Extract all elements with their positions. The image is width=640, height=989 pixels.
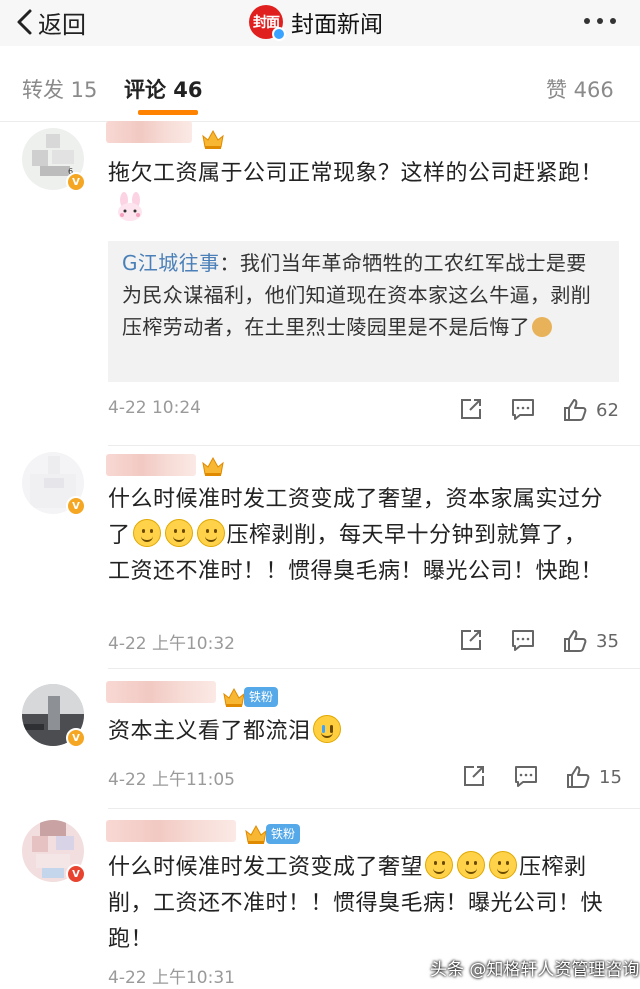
comment-text: 资本主义看了都流泪: [108, 714, 608, 750]
account-logo: 封面: [249, 5, 286, 41]
username-blurred[interactable]: [106, 820, 236, 842]
tab-likes[interactable]: 赞 466: [546, 74, 614, 104]
member-crown-icon: [245, 824, 267, 844]
smile-emoji-icon: [425, 851, 454, 879]
watermark: 头条 @知格轩人资管理咨询: [430, 960, 640, 980]
doge-emoji-icon: [532, 317, 552, 337]
like-count: 62: [596, 399, 619, 421]
thumbs-up-icon: [564, 399, 587, 421]
comment-time: 4-22 10:24: [108, 398, 201, 418]
like-button[interactable]: 62: [562, 396, 619, 424]
account-title: 封面新闻: [291, 12, 383, 38]
smile-emoji-icon: [489, 851, 518, 879]
verified-icon: [272, 27, 286, 41]
like-count: 35: [596, 630, 619, 652]
member-crown-icon: [202, 129, 224, 149]
comment-text: 什么时候准时发工资变成了奢望 压榨剥削，工资还不准时！！惯得臭毛病！曝光公司！快跑…: [108, 850, 608, 958]
account-header[interactable]: 封面 封面新闻: [249, 4, 383, 41]
comment-text: 什么时候准时发工资变成了奢望，资本家属实过分了 压榨剥削，每天早十分钟到就算了，工…: [108, 487, 604, 584]
tab-comments[interactable]: 评论 46: [124, 74, 203, 104]
fan-badge: 铁粉: [244, 687, 279, 707]
back-button[interactable]: 返回: [14, 4, 86, 40]
divider: [108, 808, 640, 809]
share-icon[interactable]: [461, 763, 487, 789]
member-crown-icon: [202, 456, 224, 476]
quoted-username[interactable]: G江城往事: [122, 251, 220, 275]
back-label: 返回: [38, 10, 86, 39]
comment-meta: 4-22 10:24 62: [108, 396, 620, 426]
top-nav-bar: 返回 封面 封面新闻: [0, 0, 640, 46]
like-button[interactable]: 15: [565, 763, 622, 791]
chevron-left-icon: [17, 9, 32, 35]
smile-emoji-icon: [457, 851, 486, 879]
share-icon[interactable]: [458, 627, 484, 653]
verified-badge-icon: V: [66, 728, 86, 748]
comment-meta: 4-22 上午11:05 15: [108, 763, 622, 793]
username-blurred[interactable]: [106, 681, 216, 703]
quoted-reply[interactable]: G江城往事：我们当年革命牺牲的工农红军战士是要为民众谋福利，他们知道现在资本家这…: [108, 241, 619, 382]
smile-emoji-icon: [196, 519, 225, 547]
username-blurred[interactable]: [106, 454, 196, 476]
comment-text: 拖欠工资属于公司正常现象？这样的公司赶紧跑！: [108, 156, 608, 228]
fan-badge: 铁粉: [266, 824, 301, 844]
smile-emoji-icon: [164, 519, 193, 547]
share-icon[interactable]: [458, 396, 484, 422]
thumbs-up-icon: [564, 630, 587, 652]
tab-bar: 转发 15 评论 46 赞 466: [0, 54, 640, 122]
divider: [108, 445, 640, 446]
verified-badge-icon: V: [66, 496, 86, 516]
divider: [108, 668, 640, 669]
like-count: 15: [599, 766, 622, 788]
comment-meta: 4-22 上午10:32 35: [108, 627, 620, 657]
tab-reposts[interactable]: 转发 15: [22, 74, 97, 104]
verified-badge-icon: V: [66, 864, 86, 884]
smile-emoji-icon: [132, 519, 161, 547]
member-crown-icon: [223, 687, 245, 707]
reply-icon[interactable]: [510, 396, 536, 422]
more-options-icon[interactable]: [584, 18, 616, 24]
thumbs-up-icon: [567, 766, 590, 788]
rabbit-emoji-icon: [118, 192, 142, 221]
reply-icon[interactable]: [513, 763, 539, 789]
comment-time: 4-22 上午11:05: [108, 770, 235, 790]
reply-icon[interactable]: [510, 627, 536, 653]
like-button[interactable]: 35: [562, 627, 619, 655]
crying-emoji-icon: [312, 715, 341, 743]
comment-time: 4-22 上午10:31: [108, 968, 235, 988]
username-blurred[interactable]: [106, 121, 192, 143]
active-tab-indicator: [138, 110, 198, 115]
verified-badge-icon: V: [66, 172, 86, 192]
comment-time: 4-22 上午10:32: [108, 634, 235, 654]
